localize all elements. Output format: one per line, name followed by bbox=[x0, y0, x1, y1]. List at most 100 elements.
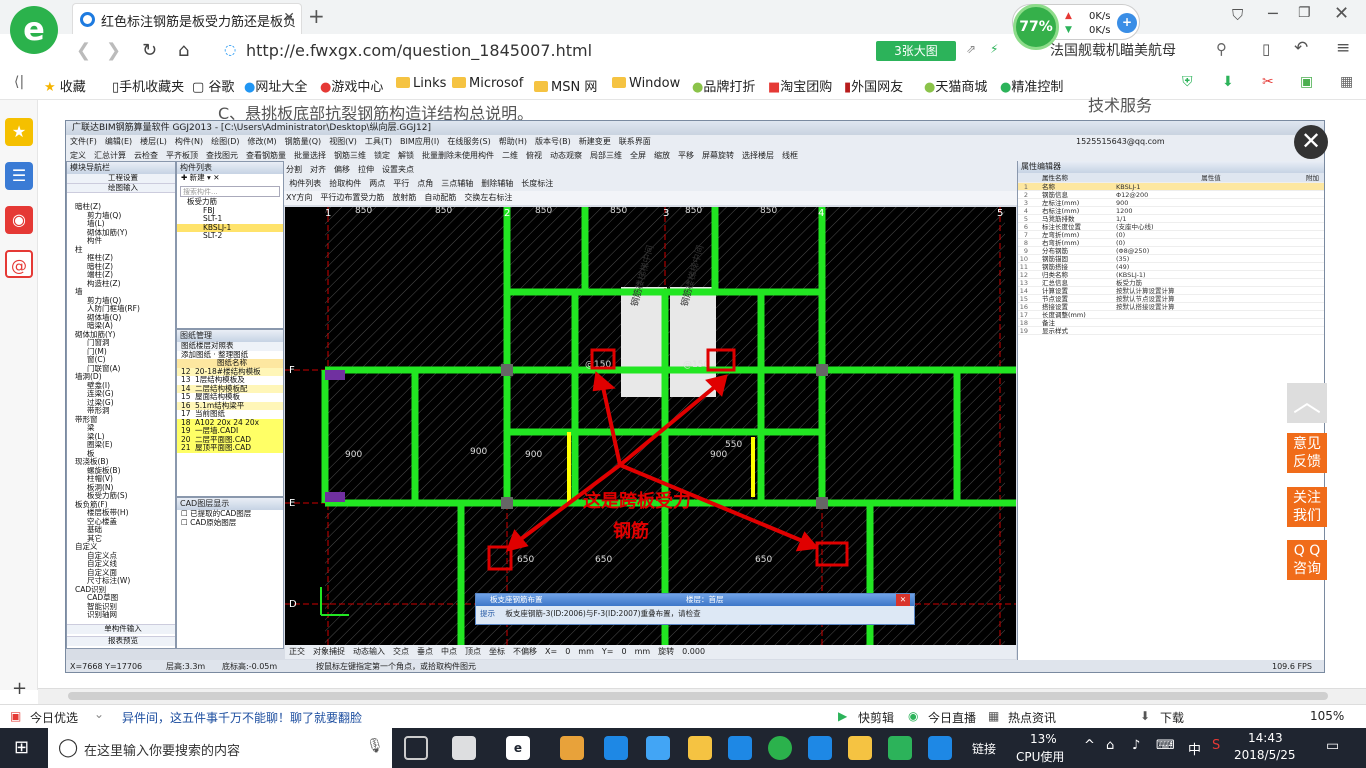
toolbar-button[interactable]: 屏幕旋转 bbox=[702, 151, 734, 160]
prop-row[interactable]: 18 备注 bbox=[1018, 319, 1324, 327]
toolbar-button[interactable]: 钢筋三维 bbox=[334, 151, 366, 160]
ime-indicator[interactable]: 中 bbox=[1188, 739, 1201, 758]
nav-tree-item[interactable]: CAD草图 bbox=[67, 593, 175, 603]
nav-tree-item[interactable]: 自定义线 bbox=[67, 559, 175, 569]
status-news[interactable]: 异件间，这五件事千万不能聊！聊了就要翻脸 bbox=[122, 709, 362, 726]
nav-tree-item[interactable]: 暗柱(Z) bbox=[67, 262, 175, 272]
toolbar-button[interactable]: 自动配筋 bbox=[424, 193, 456, 202]
status-live[interactable]: 今日直播 bbox=[928, 709, 976, 726]
nav-tree-item[interactable]: 带形窗 bbox=[67, 415, 175, 425]
collapse-icon[interactable]: ⟨| bbox=[14, 74, 24, 90]
clock-date[interactable]: 2018/5/25 bbox=[1234, 748, 1296, 762]
drawing-row[interactable]: 16 5.1m结构梁平 bbox=[177, 401, 283, 410]
toolbar-button[interactable]: XY方向 bbox=[286, 193, 312, 202]
g-app-icon[interactable] bbox=[728, 736, 752, 760]
prop-row[interactable]: 1 名称 KBSLJ-1 bbox=[1018, 183, 1324, 191]
prop-row[interactable]: 2 钢筋信息 Φ12@200 bbox=[1018, 191, 1324, 199]
snap-option[interactable]: 0 bbox=[565, 647, 570, 656]
toolbar-button[interactable]: 交换左右标注 bbox=[464, 193, 512, 202]
nav-tree-item[interactable]: 构件 bbox=[67, 236, 175, 246]
toolbar-button[interactable]: 两点 bbox=[369, 179, 385, 188]
nav-tree-item[interactable]: 梁 bbox=[67, 423, 175, 433]
comp-tree-item[interactable]: FBJ bbox=[177, 206, 283, 216]
bookmark-item[interactable]: ●天猫商城 bbox=[924, 76, 987, 95]
toolbar-button[interactable]: 设置夹点 bbox=[382, 165, 414, 174]
snap-option[interactable]: 交点 bbox=[393, 647, 409, 656]
toolbar-button[interactable]: 汇总计算 bbox=[94, 151, 126, 160]
menu-item[interactable]: 楼层(L) bbox=[140, 137, 167, 146]
scissors-icon[interactable]: ✂ bbox=[1262, 74, 1274, 90]
toolbar-button[interactable]: 二维 bbox=[502, 151, 518, 160]
nav-tree-item[interactable]: 砌体墙(Q) bbox=[67, 313, 175, 323]
horizontal-scrollbar[interactable] bbox=[38, 688, 1366, 704]
nav-tree-item[interactable]: 框柱(Z) bbox=[67, 253, 175, 263]
app-icon[interactable] bbox=[560, 736, 584, 760]
nav-tree-item[interactable]: 过梁(G) bbox=[67, 398, 175, 408]
new-tab-icon[interactable]: + bbox=[308, 4, 325, 28]
toolbar-button[interactable]: 长度标注 bbox=[521, 179, 553, 188]
nav-tree-item[interactable]: 梁(L) bbox=[67, 432, 175, 442]
nav-tree-item[interactable]: 基础 bbox=[67, 525, 175, 535]
back-icon[interactable]: ❮ bbox=[76, 40, 91, 61]
notes-icon[interactable] bbox=[848, 736, 872, 760]
feedback-button[interactable]: 意见 反馈 bbox=[1287, 433, 1327, 473]
snap-option[interactable]: 顶点 bbox=[465, 647, 481, 656]
toolbar-button[interactable]: 放射筋 bbox=[392, 193, 416, 202]
prop-row[interactable]: 17 长度调整(mm) bbox=[1018, 311, 1324, 319]
task-view-icon[interactable] bbox=[404, 736, 428, 760]
zoom-level[interactable]: 105% bbox=[1310, 709, 1344, 723]
menu-item[interactable]: 联系界面 bbox=[619, 137, 651, 146]
bookmark-item[interactable]: ★ 收藏 bbox=[44, 76, 86, 95]
ie-icon[interactable] bbox=[646, 736, 670, 760]
comp-tree-item[interactable]: SLT-2 bbox=[177, 231, 283, 241]
toolbar-button[interactable]: 对齐 bbox=[310, 165, 326, 174]
lightning-icon[interactable]: ⚡ bbox=[990, 42, 998, 56]
folder-icon[interactable] bbox=[688, 736, 712, 760]
bookmark-item[interactable]: ●网址大全 bbox=[244, 76, 307, 95]
forward-icon[interactable]: ❯ bbox=[106, 40, 121, 61]
toolbar-button[interactable]: 锁定 bbox=[374, 151, 390, 160]
bookmark-item[interactable]: ▯手机收藏夹 bbox=[112, 76, 184, 95]
keyboard-icon[interactable]: ⌨ bbox=[1156, 738, 1175, 753]
menu-item[interactable]: 编辑(E) bbox=[105, 137, 132, 146]
qq-button[interactable]: Q Q 咨询 bbox=[1287, 540, 1327, 580]
snap-option[interactable]: 动态输入 bbox=[353, 647, 385, 656]
nav-tree-item[interactable]: 楼层板带(H) bbox=[67, 508, 175, 518]
close-overlay-icon[interactable]: ✕ bbox=[1294, 125, 1328, 159]
back-to-top-icon[interactable]: ︿ bbox=[1287, 383, 1327, 423]
prop-row[interactable]: 10 钢筋锚固 (35) bbox=[1018, 255, 1324, 263]
nav-tree-item[interactable]: 连梁(G) bbox=[67, 389, 175, 399]
toolbar-button[interactable]: 平移 bbox=[678, 151, 694, 160]
weibo-icon[interactable]: ◉ bbox=[5, 206, 33, 234]
undo-icon[interactable]: ↶ bbox=[1294, 38, 1308, 58]
links-label[interactable]: 链接 bbox=[972, 740, 996, 757]
prop-row[interactable]: 7 左弯折(mm) (0) bbox=[1018, 231, 1324, 239]
add-icon[interactable]: + bbox=[12, 678, 27, 699]
snap-option[interactable]: 对象捕捉 bbox=[313, 647, 345, 656]
network-speed-widget[interactable]: 77% ▲ ▼ 0K/s 0K/s + bbox=[1012, 4, 1140, 50]
toolbar-button[interactable]: 构件列表 bbox=[289, 179, 321, 188]
menu-item[interactable]: BIM应用(I) bbox=[400, 137, 439, 146]
nav-tree-item[interactable]: 门窗洞 bbox=[67, 338, 175, 348]
home-icon[interactable]: ⌂ bbox=[178, 40, 189, 61]
prop-row[interactable]: 11 钢筋搭接 (49) bbox=[1018, 263, 1324, 271]
snap-option[interactable]: 坐标 bbox=[489, 647, 505, 656]
nav-tree-item[interactable]: CAD识别 bbox=[67, 585, 175, 595]
toolbar-button[interactable]: 云检查 bbox=[134, 151, 158, 160]
nav-tree-item[interactable]: 柱 bbox=[67, 245, 175, 255]
close-tab-icon[interactable]: ✕ bbox=[283, 10, 295, 26]
taskbar-search-input[interactable]: 在这里输入你要搜索的内容 bbox=[48, 728, 392, 768]
menu-item[interactable]: 工具(T) bbox=[365, 137, 392, 146]
scroll-thumb[interactable] bbox=[68, 692, 1328, 700]
follow-button[interactable]: 关注 我们 bbox=[1287, 487, 1327, 527]
toolbar-button[interactable]: 定义 bbox=[70, 151, 86, 160]
tray-arrow-icon[interactable]: ^ bbox=[1084, 738, 1095, 753]
shirt-icon[interactable]: ⛉ bbox=[1232, 6, 1243, 24]
toolbar-button[interactable]: 批量选择 bbox=[294, 151, 326, 160]
ie-app-icon[interactable]: e bbox=[506, 736, 530, 760]
menu-item[interactable]: 文件(F) bbox=[70, 137, 97, 146]
snap-option[interactable]: 0 bbox=[621, 647, 626, 656]
toolbar-button[interactable]: 平行 bbox=[393, 179, 409, 188]
clock-time[interactable]: 14:43 bbox=[1248, 731, 1283, 745]
toolbar-button[interactable]: 动态观察 bbox=[550, 151, 582, 160]
